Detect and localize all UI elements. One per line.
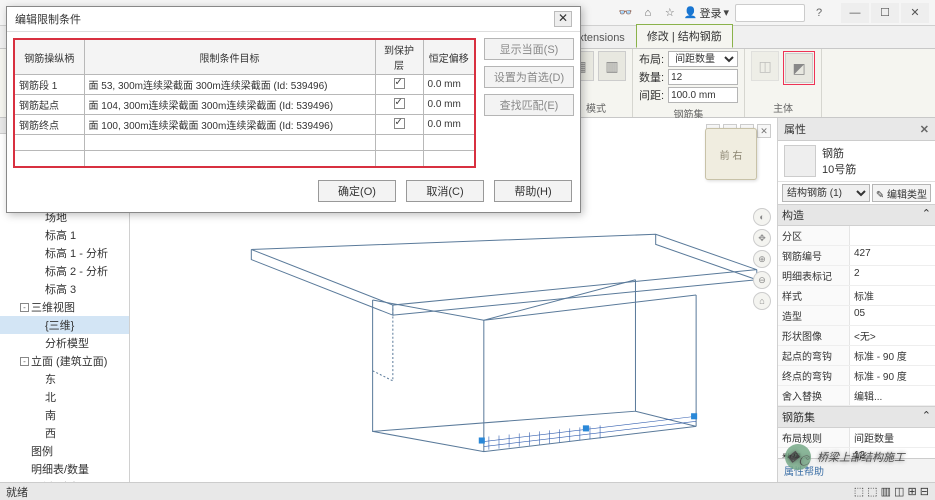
close-button[interactable]: ✕ xyxy=(901,3,929,23)
properties-panel: 属性✕ 钢筋10号筋 结构钢筋 (1) ✎ 编辑类型 构造⌃ 分区钢筋编号427… xyxy=(777,118,935,482)
tree-item[interactable]: 东 xyxy=(0,370,129,388)
edit-family-icon[interactable]: ▥ xyxy=(598,51,626,81)
close-icon[interactable]: ✕ xyxy=(920,123,929,136)
tree-item[interactable]: -三维视图 xyxy=(0,298,129,316)
tree-item[interactable]: 标高 2 - 分析 xyxy=(0,262,129,280)
tree-item[interactable]: 标高 1 xyxy=(0,226,129,244)
login-button[interactable]: 👤 登录 ▾ xyxy=(684,5,729,21)
tab-modify-rebar[interactable]: 修改 | 结构钢筋 xyxy=(636,24,733,48)
help-button[interactable]: 帮助(H) xyxy=(494,180,572,202)
tree-item[interactable]: 西 xyxy=(0,424,129,442)
tree-item[interactable]: 分析模型 xyxy=(0,334,129,352)
property-row[interactable]: 造型05 xyxy=(778,306,935,326)
spacing-input[interactable] xyxy=(668,87,738,103)
property-row[interactable]: 钢筋编号427 xyxy=(778,246,935,266)
property-row[interactable]: 起点的弯钩标准 - 90 度 xyxy=(778,346,935,366)
quick-search-input[interactable] xyxy=(735,4,805,22)
tree-item[interactable]: -立面 (建筑立面) xyxy=(0,352,129,370)
selection-filter[interactable]: 结构钢筋 (1) xyxy=(782,184,870,202)
ribbon-group-host: ◫ ◩ 主体 xyxy=(745,49,822,117)
property-row[interactable]: 形状图像<无> xyxy=(778,326,935,346)
property-row[interactable]: 明细表标记2 xyxy=(778,266,935,286)
cancel-button[interactable]: 取消(C) xyxy=(406,180,484,202)
set-default-button: 设置为首选(D) xyxy=(484,66,574,88)
tree-item[interactable]: 明细表/数量 xyxy=(0,460,129,478)
property-row[interactable]: 舍入替换编辑... xyxy=(778,386,935,406)
tree-item[interactable]: 南 xyxy=(0,406,129,424)
wechat-icon: �ල xyxy=(785,444,811,470)
pick-host-icon: ◫ xyxy=(751,51,779,81)
view-cube[interactable]: 前 右 xyxy=(705,128,757,180)
quantity-input[interactable] xyxy=(668,69,738,85)
edit-constraints-dialog: 编辑限制条件 ✕ 钢筋操纵柄 限制条件目标 到保护层 恒定偏移 钢筋段 1面 5… xyxy=(6,6,581,213)
watermark: �ල 桥梁上部结构施工 xyxy=(785,444,905,470)
ribbon-group-rebarset: 布局:间距数量 数量: 间距: 钢筋集 xyxy=(633,49,745,117)
table-row[interactable]: 钢筋起点面 104, 300m连续梁截面 300m连续梁截面 (Id: 5394… xyxy=(14,95,475,115)
edit-type-button[interactable]: ✎ 编辑类型 xyxy=(872,184,931,202)
dialog-title: 编辑限制条件 xyxy=(15,11,81,27)
table-row[interactable]: 钢筋段 1面 53, 300m连续梁截面 300m连续梁截面 (Id: 5394… xyxy=(14,75,475,95)
property-row[interactable]: 样式标准 xyxy=(778,286,935,306)
find-match-button: 查找匹配(E) xyxy=(484,94,574,116)
type-preview-icon xyxy=(784,145,816,177)
constraints-table[interactable]: 钢筋操纵柄 限制条件目标 到保护层 恒定偏移 钢筋段 1面 53, 300m连续… xyxy=(13,38,476,168)
layout-select[interactable]: 间距数量 xyxy=(668,51,738,67)
tree-item[interactable]: 图例 xyxy=(0,442,129,460)
maximize-button[interactable]: ☐ xyxy=(871,3,899,23)
ok-button[interactable]: 确定(O) xyxy=(318,180,396,202)
nav-wheel: ◐✥⊕⊖⌂ xyxy=(753,208,771,310)
tree-item[interactable]: {三维} xyxy=(0,316,129,334)
dialog-close-button[interactable]: ✕ xyxy=(554,11,572,27)
edit-constraints-icon[interactable]: ◩ xyxy=(785,53,813,83)
help-icon[interactable]: ? xyxy=(811,5,827,21)
show-face-button: 显示当面(S) xyxy=(484,38,574,60)
minimize-button[interactable]: — xyxy=(841,3,869,23)
home-icon[interactable]: ⌂ xyxy=(640,5,656,21)
property-row[interactable]: 终点的弯钩标准 - 90 度 xyxy=(778,366,935,386)
tree-item[interactable]: 标高 3 xyxy=(0,280,129,298)
star-icon[interactable]: ☆ xyxy=(662,5,678,21)
property-row[interactable]: 分区 xyxy=(778,226,935,246)
binoculars-icon[interactable]: 👓 xyxy=(618,5,634,21)
tree-item[interactable]: 标高 1 - 分析 xyxy=(0,244,129,262)
tree-item[interactable]: 北 xyxy=(0,388,129,406)
table-row[interactable]: 钢筋终点面 100, 300m连续梁截面 300m连续梁截面 (Id: 5394… xyxy=(14,115,475,135)
status-bar: 就绪 ⬚ ⬚ ▥ ◫ ⊞ ⊟ xyxy=(0,482,935,500)
